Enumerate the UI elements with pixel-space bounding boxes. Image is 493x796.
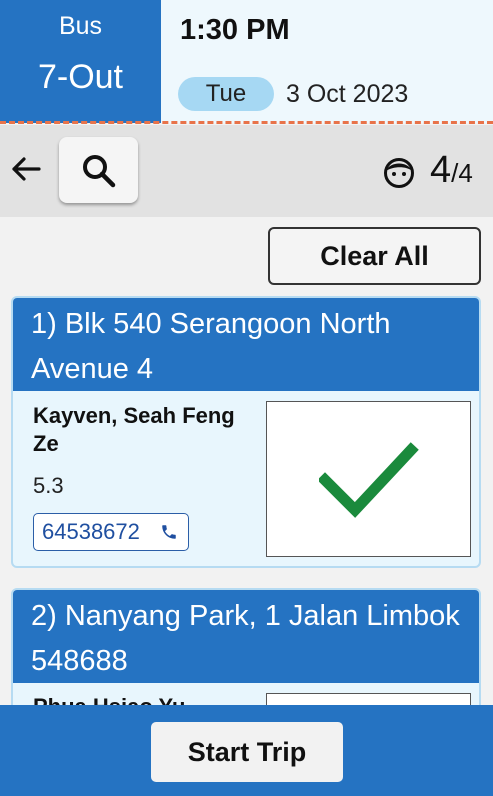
- phone-number: 64538672: [42, 519, 140, 544]
- search-icon: [83, 155, 116, 188]
- search-button[interactable]: [59, 137, 138, 203]
- passenger-distance: 5.3: [33, 473, 64, 498]
- face-icon: [383, 157, 415, 189]
- passenger-count-total: /4: [451, 158, 473, 188]
- bus-route-box: Bus 7-Out: [0, 0, 161, 123]
- start-trip-button[interactable]: Start Trip: [151, 722, 343, 782]
- pickup-status-button[interactable]: [266, 401, 471, 557]
- stop-card: 2) Nanyang Park, 1 Jalan Limbok 548688 P…: [11, 588, 481, 718]
- header: Bus 7-Out 1:30 PM Tue 3 Oct 2023: [0, 0, 493, 124]
- route-label: 7-Out: [37, 58, 124, 96]
- header-divider: [0, 121, 493, 124]
- phone-button[interactable]: 64538672: [33, 513, 189, 551]
- stop-title: 1) Blk 540 Serangoon North Avenue 4: [13, 298, 479, 391]
- trip-time: 1:30 PM: [180, 14, 290, 46]
- toolbar: 4/4: [0, 125, 493, 217]
- day-pill: Tue: [178, 77, 274, 111]
- bus-label: Bus: [58, 12, 103, 40]
- phone-icon: [162, 525, 176, 539]
- footer-bar: Start Trip: [0, 705, 493, 796]
- passenger-name: Kayven, Seah Feng Ze: [33, 403, 235, 456]
- trip-date: 3 Oct 2023: [286, 80, 409, 108]
- stop-title: 2) Nanyang Park, 1 Jalan Limbok 548688: [13, 590, 479, 683]
- stop-card: 1) Blk 540 Serangoon North Avenue 4 Kayv…: [11, 296, 481, 568]
- clear-all-button[interactable]: Clear All: [268, 227, 481, 285]
- passenger-count-current: 4: [430, 149, 452, 191]
- passenger-count: 4/4: [430, 149, 473, 192]
- arrow-left-icon[interactable]: [10, 153, 42, 185]
- check-icon: [319, 442, 419, 518]
